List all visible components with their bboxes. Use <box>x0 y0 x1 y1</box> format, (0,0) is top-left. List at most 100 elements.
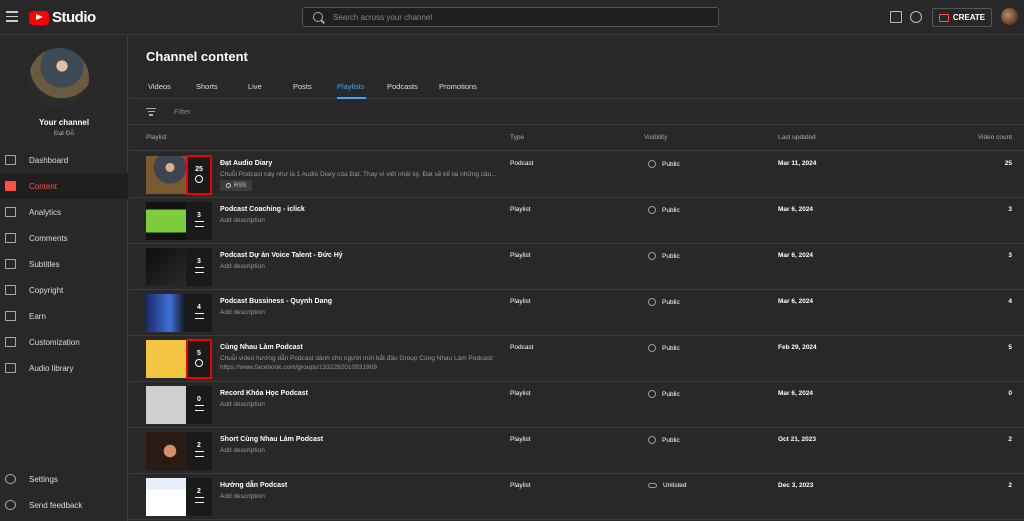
playlist-type: Playlist <box>510 252 531 259</box>
globe-icon <box>648 298 656 306</box>
tab-playlists[interactable]: Playlists <box>337 82 365 91</box>
playlist-title[interactable]: Short Cùng Nhau Làm Podcast <box>220 436 323 443</box>
thumbnail-image <box>146 432 186 470</box>
playlist-icon <box>194 267 204 273</box>
search-input[interactable] <box>333 10 703 24</box>
sidebar-item-send-feedback[interactable]: Send feedback <box>0 492 128 518</box>
table-row[interactable]: 4 Podcast Bussiness - Quynh Dang Add descr… <box>129 290 1024 336</box>
last-updated: Dec 3, 2023 <box>778 482 814 489</box>
table-row[interactable]: 3 Podcast Coaching - iclick Add descriptio… <box>129 198 1024 244</box>
playlist-title[interactable]: Record Khóa Học Podcast <box>220 390 308 397</box>
visibility[interactable]: Public <box>648 344 680 352</box>
playlist-thumbnail[interactable]: 3 <box>146 202 212 240</box>
filter-bar[interactable]: Filter <box>129 99 1024 125</box>
visibility[interactable]: Public <box>648 206 680 214</box>
sidebar-item-settings[interactable]: Settings <box>0 466 128 492</box>
highlight-box <box>186 339 212 379</box>
sidebar-item-copyright[interactable]: Copyright <box>0 277 128 303</box>
playlist-icon <box>194 313 204 319</box>
account-avatar[interactable] <box>1001 8 1018 25</box>
dashboard-icon <box>5 155 16 165</box>
playlist-title[interactable]: Podcast Coaching - iclick <box>220 206 305 213</box>
table-row[interactable]: 5 Cùng Nhau Làm Podcast Chuỗi video hướng … <box>129 336 1024 382</box>
playlist-icon <box>194 451 204 457</box>
last-updated: Oct 21, 2023 <box>778 436 816 443</box>
tab-promotions[interactable]: Promotions <box>439 82 477 91</box>
table-row[interactable]: 0 Record Khóa Học Podcast Add description P… <box>129 382 1024 428</box>
video-count: 5 <box>1008 344 1012 351</box>
rss-badge[interactable]: RSS <box>220 180 252 191</box>
playlist-description: Chuỗi video hướng dẫn Podcast dành cho n… <box>220 355 494 371</box>
playlist-title[interactable]: Podcast Dự án Voice Talent - Đức Hỷ <box>220 252 343 259</box>
playlist-title[interactable]: Podcast Bussiness - Quynh Dang <box>220 298 332 305</box>
thumbnail-image <box>146 202 186 240</box>
subtitles-icon[interactable] <box>890 11 902 23</box>
tab-podcasts[interactable]: Podcasts <box>387 82 418 91</box>
help-icon[interactable] <box>910 11 922 23</box>
col-video-count[interactable]: Video count <box>978 134 1012 141</box>
sidebar-item-comments[interactable]: Comments <box>0 225 128 251</box>
sidebar-item-content[interactable]: Content <box>0 173 128 199</box>
globe-icon <box>648 390 656 398</box>
sidebar-item-label: Settings <box>29 474 58 484</box>
create-button[interactable]: CREATE <box>932 8 992 27</box>
sidebar-item-customization[interactable]: Customization <box>0 329 128 355</box>
channel-avatar[interactable] <box>29 48 89 108</box>
playlist-title[interactable]: Đạt Audio Diary <box>220 160 272 167</box>
sidebar-item-label: Send feedback <box>29 500 83 510</box>
search-bar[interactable] <box>302 7 719 27</box>
col-playlist[interactable]: Playlist <box>146 134 167 141</box>
col-type[interactable]: Type <box>510 134 524 141</box>
visibility[interactable]: Public <box>648 298 680 306</box>
tab-shorts[interactable]: Shorts <box>196 82 218 91</box>
last-updated: Mar 6, 2024 <box>778 390 814 397</box>
visibility[interactable]: Public <box>648 252 680 260</box>
col-last-updated[interactable]: Last updated <box>778 134 816 141</box>
globe-icon <box>648 206 656 214</box>
playlist-type: Playlist <box>510 482 531 489</box>
menu-icon[interactable] <box>6 11 18 23</box>
playlist-icon <box>194 405 204 411</box>
table-row[interactable]: 3 Podcast Dự án Voice Talent - Đức Hỷ Add … <box>129 244 1024 290</box>
audio-library-icon <box>5 363 16 373</box>
playlist-thumbnail[interactable]: 2 <box>146 432 212 470</box>
playlist-description: Add description <box>220 263 265 270</box>
filter-input[interactable]: Filter <box>174 107 191 116</box>
visibility[interactable]: Public <box>648 160 680 168</box>
sidebar-item-dashboard[interactable]: Dashboard <box>0 147 128 173</box>
thumbnail-count: 2 <box>186 478 212 516</box>
sidebar-item-analytics[interactable]: Analytics <box>0 199 128 225</box>
thumbnail-image <box>146 248 186 286</box>
create-label: CREATE <box>952 13 986 22</box>
visibility[interactable]: Public <box>648 390 680 398</box>
sidebar-item-audio-library[interactable]: Audio library <box>0 355 128 381</box>
content-tabs: Videos Shorts Live Posts Playlists Podcasts Pr… <box>129 72 1024 99</box>
globe-icon <box>648 160 656 168</box>
visibility[interactable]: Public <box>648 436 680 444</box>
table-row[interactable]: 25 Đạt Audio Diary Chuỗi Podcast này như l… <box>129 152 1024 198</box>
feedback-icon <box>5 500 16 510</box>
sidebar-item-subtitles[interactable]: Subtitles <box>0 251 128 277</box>
table-row[interactable]: 2 Hướng dẫn Podcast Add description Playlis… <box>129 474 1024 520</box>
playlist-title[interactable]: Hướng dẫn Podcast <box>220 482 287 489</box>
playlist-thumbnail[interactable]: 0 <box>146 386 212 424</box>
video-count: 0 <box>1008 390 1012 397</box>
channel-title: Your channel <box>38 118 90 127</box>
playlist-thumbnail[interactable]: 3 <box>146 248 212 286</box>
playlist-thumbnail[interactable]: 4 <box>146 294 212 332</box>
highlight-box <box>186 155 212 195</box>
tab-live[interactable]: Live <box>248 82 262 91</box>
col-visibility[interactable]: Visibility <box>644 134 667 141</box>
customization-icon <box>5 337 16 347</box>
filter-icon[interactable] <box>146 108 156 116</box>
visibility[interactable]: Unlisted <box>648 482 686 489</box>
tab-posts[interactable]: Posts <box>293 82 312 91</box>
playlist-thumbnail[interactable]: 2 <box>146 478 212 516</box>
playlist-type: Playlist <box>510 298 531 305</box>
playlist-title[interactable]: Cùng Nhau Làm Podcast <box>220 344 303 351</box>
table-row[interactable]: 2 Short Cùng Nhau Làm Podcast Add descript… <box>129 428 1024 474</box>
sidebar-item-earn[interactable]: Earn <box>0 303 128 329</box>
thumbnail-count: 3 <box>186 248 212 286</box>
studio-logo[interactable]: Studio <box>29 9 96 26</box>
tab-videos[interactable]: Videos <box>148 82 171 91</box>
